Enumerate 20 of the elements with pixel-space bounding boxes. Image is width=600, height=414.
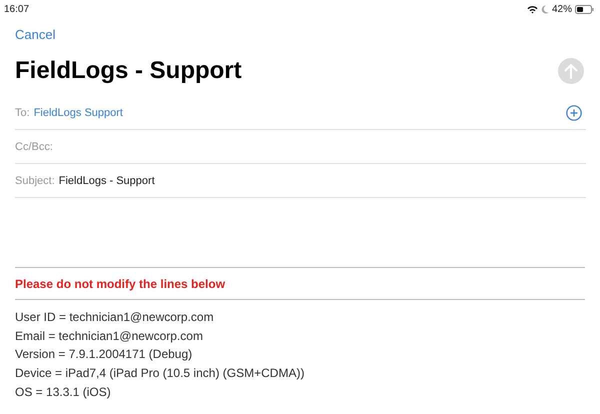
body-line: Device = iPad7,4 (iPad Pro (10.5 inch) (GSM+CDMA)) [15, 365, 306, 382]
field-label: Cc/Bcc: [15, 140, 53, 152]
body-line: Email = technician1@newcorp.com [15, 328, 204, 345]
add-icon[interactable] [566, 104, 582, 120]
field-label: To: [15, 106, 30, 118]
moon-icon [540, 4, 549, 14]
arrow-up-icon [564, 63, 578, 79]
clock: 16:07 [4, 4, 30, 14]
body-line: Version = 7.9.1.2004171 (Debug) [15, 346, 194, 364]
recipient-name[interactable]: FieldLogs Support [34, 106, 123, 118]
battery-percent: 42% [552, 4, 572, 14]
body-line: OS = 13.3.1 (iOS) [15, 384, 112, 401]
body-line: User ID = technician1@newcorp.com [15, 309, 215, 326]
subject-text: FieldLogs - Support [58, 174, 155, 186]
wifi-icon [526, 4, 538, 14]
battery-icon [575, 4, 594, 14]
compose-title: FieldLogs - Support [15, 57, 242, 85]
field-label: Subject: [15, 174, 55, 186]
warning-text: Please do not modify the lines below [15, 268, 585, 300]
cancel-button[interactable]: Cancel [15, 27, 56, 42]
